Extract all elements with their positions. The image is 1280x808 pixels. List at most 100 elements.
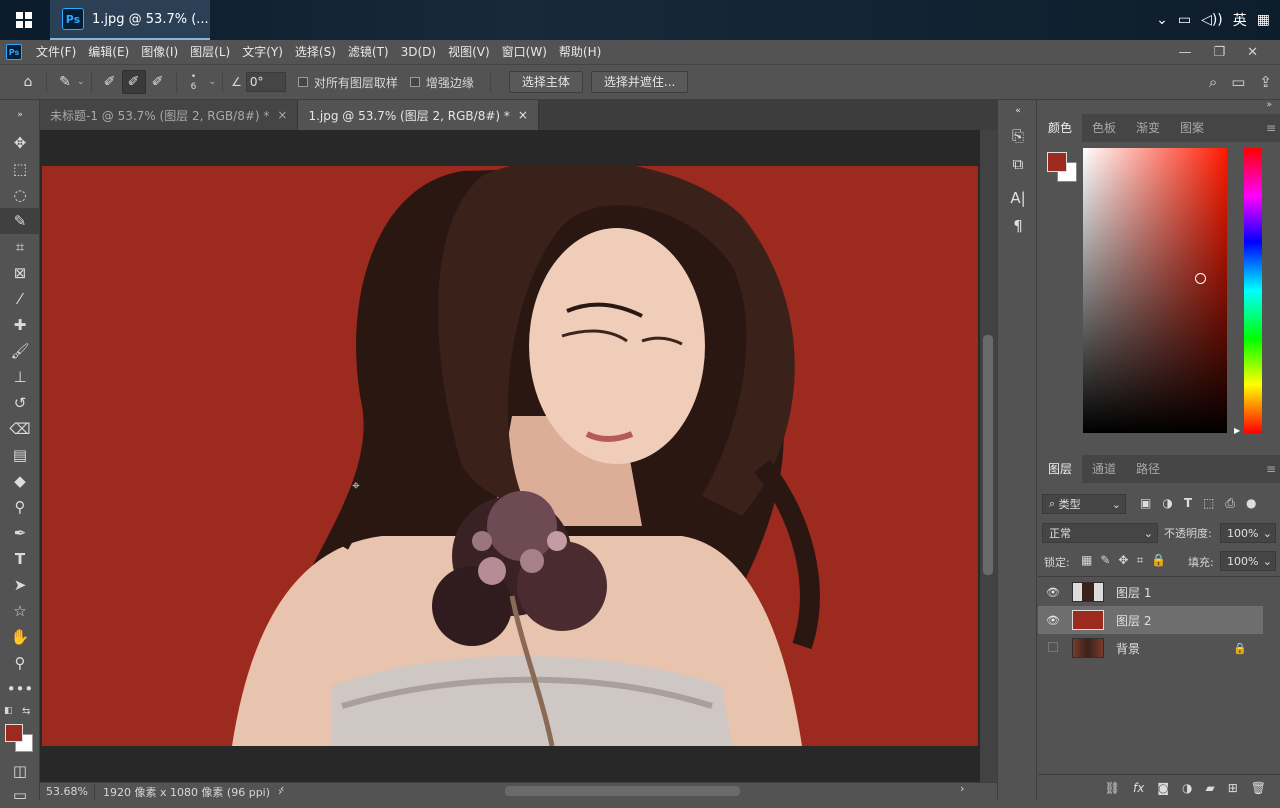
layer-name[interactable]: 图层 1 — [1116, 584, 1151, 601]
menu-view[interactable]: 视图(V) — [442, 40, 496, 64]
angle-field[interactable]: 0° — [245, 72, 286, 92]
menu-help[interactable]: 帮助(H) — [553, 40, 607, 64]
volume-icon[interactable]: ◁)) — [1201, 12, 1223, 28]
workspace-icon[interactable]: ▭ — [1231, 73, 1245, 91]
opacity-field[interactable]: 100% ⌄ — [1220, 523, 1276, 543]
filter-toggle-icon[interactable]: ● — [1246, 496, 1256, 511]
horizontal-scrollbar[interactable]: ‹ › — [280, 782, 970, 798]
lock-artboard-icon[interactable]: ⌗ — [1136, 553, 1143, 568]
shape-tool-icon[interactable]: ☆ — [0, 598, 40, 624]
close-icon[interactable]: × — [277, 108, 287, 122]
layer-name[interactable]: 图层 2 — [1116, 612, 1151, 629]
brush-size-picker[interactable]: • 6 — [183, 72, 205, 92]
zoom-tool-icon[interactable]: ⚲ — [0, 650, 40, 676]
ime-indicator[interactable]: 英 — [1233, 10, 1247, 30]
lock-position-icon[interactable]: ✥ — [1118, 553, 1128, 568]
subtract-from-selection-icon[interactable]: ✐ — [146, 70, 170, 94]
quick-mask-icon[interactable]: ◫ — [0, 758, 40, 784]
new-group-icon[interactable]: ▰ — [1205, 781, 1214, 795]
checkbox-box[interactable] — [297, 77, 308, 87]
hue-slider[interactable] — [1244, 148, 1262, 433]
close-icon[interactable]: ✕ — [1247, 45, 1258, 60]
collapse-panels-icon[interactable]: » — [1038, 100, 1280, 114]
type-tool-icon[interactable]: T — [0, 546, 40, 572]
adjustment-filter-icon[interactable]: ◑ — [1162, 496, 1172, 511]
history-panel-icon[interactable]: ⎘ — [998, 122, 1038, 150]
add-mask-icon[interactable]: ◙ — [1157, 781, 1169, 795]
color-field[interactable] — [1083, 148, 1227, 433]
tab-untitled-1[interactable]: 未标题-1 @ 53.7% (图层 2, RGB/8#) * × — [40, 100, 299, 130]
character-panel-icon[interactable]: A| — [998, 184, 1038, 212]
chevron-down-icon[interactable]: ⌄ — [209, 77, 217, 87]
more-tools-icon[interactable]: ••• — [0, 676, 40, 702]
close-icon[interactable]: × — [518, 108, 528, 122]
layer-row[interactable]: 👁 图层 2 — [1038, 606, 1263, 634]
scroll-left-icon[interactable]: ‹ — [280, 782, 284, 795]
ime-grid-icon[interactable]: ▦ — [1257, 12, 1270, 28]
add-to-selection-icon[interactable]: ✐ — [121, 70, 146, 94]
menu-window[interactable]: 窗口(W) — [496, 40, 553, 64]
foreground-color-swatch[interactable] — [5, 724, 23, 742]
tab-gradients[interactable]: 渐变 — [1126, 114, 1170, 142]
visibility-toggle[interactable] — [1038, 641, 1068, 655]
menu-select[interactable]: 选择(S) — [289, 40, 342, 64]
lock-all-icon[interactable]: 🔒 — [1151, 553, 1166, 568]
horizontal-scroll-thumb[interactable] — [505, 786, 740, 796]
shape-filter-icon[interactable]: ⬚ — [1203, 496, 1214, 511]
chevron-down-icon[interactable]: ⌄ — [1263, 527, 1275, 540]
move-tool-icon[interactable]: ✥ — [0, 130, 40, 156]
menu-edit[interactable]: 编辑(E) — [82, 40, 135, 64]
home-icon[interactable]: ⌂ — [16, 70, 40, 94]
tab-1-jpg[interactable]: 1.jpg @ 53.7% (图层 2, RGB/8#) * × — [298, 100, 539, 130]
panel-menu-icon[interactable]: ≡ — [1256, 455, 1280, 483]
brush-tool-icon[interactable]: 🖌 — [0, 338, 40, 364]
layer-filter-dropdown[interactable]: ⌕ 类型 ⌄ — [1042, 494, 1126, 514]
select-subject-button[interactable]: 选择主体 — [508, 71, 583, 93]
menu-file[interactable]: 文件(F) — [30, 40, 82, 64]
menu-filter[interactable]: 滤镜(T) — [342, 40, 395, 64]
menu-layer[interactable]: 图层(L) — [184, 40, 236, 64]
layer-row[interactable]: 背景 🔒 — [1038, 634, 1263, 662]
zoom-level[interactable]: 53.68% — [40, 785, 94, 798]
checkbox-box[interactable] — [409, 77, 420, 87]
screen-mode-icon[interactable]: ▭ — [0, 782, 40, 808]
vertical-scrollbar[interactable] — [980, 130, 997, 782]
foreground-color-swatch[interactable] — [1047, 152, 1067, 172]
lasso-tool-icon[interactable]: ◌ — [0, 182, 40, 208]
tab-patterns[interactable]: 图案 — [1170, 114, 1214, 142]
windows-start-button[interactable] — [0, 0, 48, 40]
restore-icon[interactable]: ❐ — [1213, 45, 1225, 60]
menu-type[interactable]: 文字(Y) — [236, 40, 289, 64]
frame-tool-icon[interactable]: ⊠ — [0, 260, 40, 286]
collapse-dock-icon[interactable]: « — [998, 100, 1038, 122]
hue-slider-handle-icon[interactable]: ▶ — [1234, 426, 1240, 435]
taskbar-photoshop-item[interactable]: Ps 1.jpg @ 53.7% (... — [50, 0, 210, 40]
color-picker-marker[interactable] — [1195, 273, 1206, 284]
crop-tool-icon[interactable]: ⌗ — [0, 234, 40, 260]
dodge-tool-icon[interactable]: ⚲ — [0, 494, 40, 520]
minimize-icon[interactable]: — — [1178, 45, 1191, 60]
properties-panel-icon[interactable]: ⧉ — [998, 150, 1038, 178]
chevron-down-icon[interactable]: ⌄ — [77, 77, 85, 87]
smart-object-filter-icon[interactable]: ⎙ — [1225, 496, 1235, 511]
default-colors-icon[interactable]: ◧ — [4, 706, 13, 716]
collapse-toolbar-icon[interactable]: » — [0, 100, 40, 130]
new-layer-icon[interactable]: ⊞ — [1228, 781, 1238, 795]
eyedropper-tool-icon[interactable]: ⁄ — [0, 286, 40, 312]
search-icon[interactable]: ⌕ — [1209, 73, 1217, 91]
lock-transparency-icon[interactable]: ▦ — [1081, 553, 1092, 568]
menu-image[interactable]: 图像(I) — [135, 40, 184, 64]
sample-all-layers-checkbox[interactable]: 对所有图层取样 — [297, 74, 398, 91]
layer-row[interactable]: 👁 图层 1 — [1038, 578, 1263, 606]
pen-tool-icon[interactable]: ✒ — [0, 520, 40, 546]
stamp-tool-icon[interactable]: ⊥ — [0, 364, 40, 390]
lock-pixels-icon[interactable]: ✎ — [1100, 553, 1110, 568]
quick-selection-preset-icon[interactable]: ✎ — [53, 70, 77, 94]
history-brush-tool-icon[interactable]: ↺ — [0, 390, 40, 416]
hand-tool-icon[interactable]: ✋ — [0, 624, 40, 650]
blend-mode-dropdown[interactable]: 正常 ⌄ — [1042, 523, 1158, 543]
enhance-edge-checkbox[interactable]: 增强边缘 — [409, 74, 474, 91]
tab-swatches[interactable]: 色板 — [1082, 114, 1126, 142]
new-selection-icon[interactable]: ✐ — [98, 70, 122, 94]
image-filter-icon[interactable]: ▣ — [1140, 496, 1151, 511]
